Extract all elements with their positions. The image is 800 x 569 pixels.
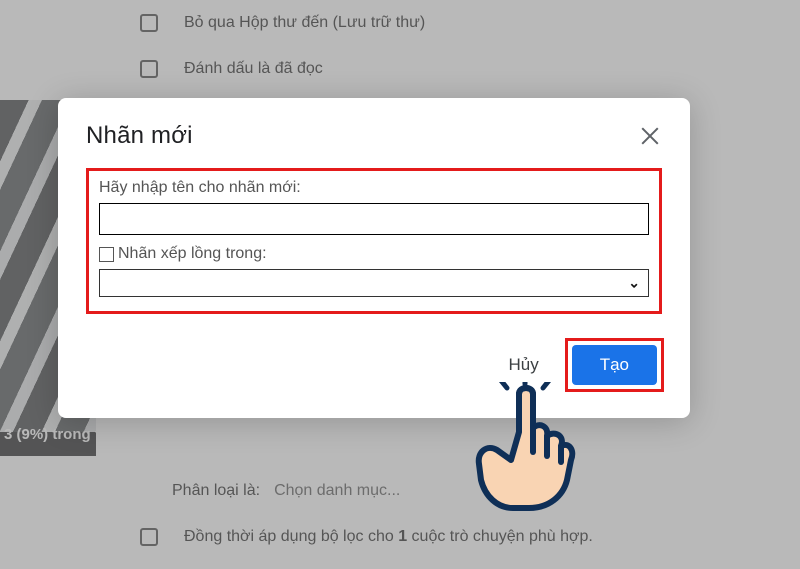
new-label-modal: Nhãn mới Hãy nhập tên cho nhãn mới: Nhãn… [58, 98, 690, 418]
cancel-button[interactable]: Hủy [502, 347, 544, 383]
highlight-box-create: Tạo [565, 338, 664, 392]
label-name-caption: Hãy nhập tên cho nhãn mới: [99, 179, 649, 197]
modal-title: Nhãn mới [86, 122, 193, 150]
modal-actions: Hủy Tạo [502, 338, 664, 392]
nest-checkbox[interactable] [99, 247, 114, 262]
create-button[interactable]: Tạo [572, 345, 657, 385]
modal-header: Nhãn mới [86, 122, 662, 150]
chevron-down-icon: ⌄ [628, 275, 640, 292]
highlight-box-fields: Hãy nhập tên cho nhãn mới: Nhãn xếp lồng… [86, 168, 662, 314]
parent-label-select[interactable]: ⌄ [99, 269, 649, 297]
nest-caption: Nhãn xếp lồng trong: [118, 245, 267, 263]
nest-row: Nhãn xếp lồng trong: [99, 245, 649, 263]
close-icon[interactable] [638, 124, 662, 148]
label-name-input[interactable] [99, 203, 649, 235]
